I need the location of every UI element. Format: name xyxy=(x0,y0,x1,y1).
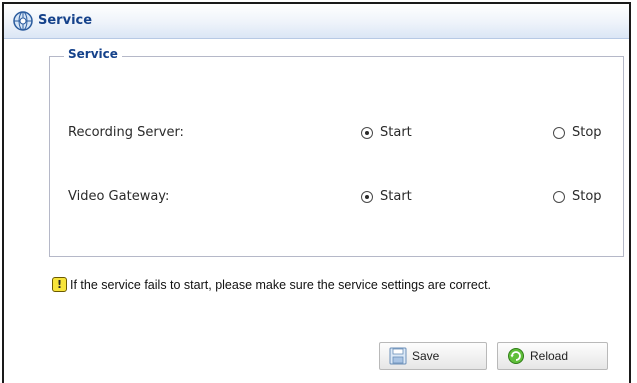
save-button-label: Save xyxy=(412,349,440,363)
reload-button-label: Reload xyxy=(530,349,569,363)
video-gateway-stop-radio[interactable]: Stop xyxy=(553,189,602,204)
warning-icon: ! xyxy=(52,277,67,292)
recording-server-label: Recording Server: xyxy=(68,125,184,140)
reload-icon xyxy=(508,348,524,364)
service-globe-icon xyxy=(12,10,34,32)
recording-server-start-radio[interactable]: Start xyxy=(361,125,412,140)
service-fieldset xyxy=(49,56,624,257)
video-gateway-label: Video Gateway: xyxy=(68,189,170,204)
service-note: ! If the service fails to start, please … xyxy=(52,277,491,292)
save-button[interactable]: Save xyxy=(379,342,487,370)
radio-label: Start xyxy=(380,189,412,204)
save-icon xyxy=(389,347,407,365)
radio-label: Stop xyxy=(572,189,602,204)
radio-unchecked-icon xyxy=(553,190,565,203)
recording-server-stop-radio[interactable]: Stop xyxy=(553,125,602,140)
radio-unchecked-icon xyxy=(553,126,565,139)
video-gateway-start-radio[interactable]: Start xyxy=(361,189,412,204)
panel-header: Service xyxy=(4,4,629,39)
reload-button[interactable]: Reload xyxy=(497,342,608,370)
radio-label: Start xyxy=(380,125,412,140)
radio-checked-icon xyxy=(361,190,373,203)
fieldset-legend: Service xyxy=(64,47,122,61)
radio-checked-icon xyxy=(361,126,373,139)
radio-label: Stop xyxy=(572,125,602,140)
panel-title: Service xyxy=(38,13,93,28)
note-text: If the service fails to start, please ma… xyxy=(70,277,492,292)
